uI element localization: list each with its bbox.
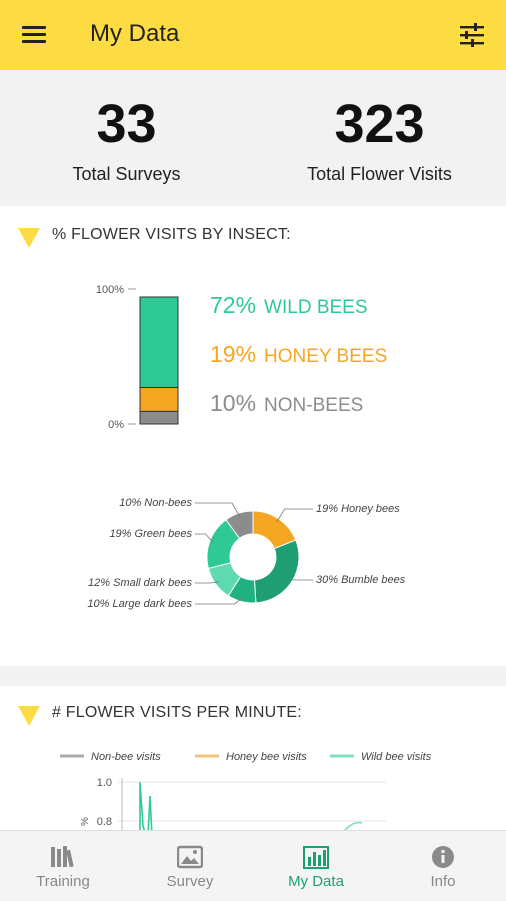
tab-my-data[interactable]: My Data	[253, 831, 379, 901]
donut-chart: 10% Non-bees 19% Honey bees 30% Bumble bee…	[0, 206, 506, 666]
total-flower-visits-stat: 323 Total Flower Visits	[253, 92, 506, 185]
y-axis-label-partial: %	[80, 817, 91, 826]
books-icon	[50, 845, 76, 869]
flower-visits-per-minute-card: # FLOWER VISITS PER MINUTE: Non-bee visi…	[0, 686, 506, 836]
info-icon	[430, 845, 456, 869]
summary-stats: 33 Total Surveys 323 Total Flower Visits	[0, 70, 506, 204]
donut-slice	[254, 540, 299, 603]
legend-label: Non-bee visits	[91, 751, 161, 763]
flower-visits-by-insect-card: % FLOWER VISITS BY INSECT: 100% 0% 72%WI…	[0, 206, 506, 666]
y-tick-label: 1.0	[97, 777, 112, 789]
donut-slice-label: 19% Honey bees	[316, 503, 400, 515]
donut-slice-label: 10% Non-bees	[119, 497, 192, 509]
tab-label: My Data	[253, 873, 379, 890]
hamburger-menu-icon[interactable]	[22, 24, 48, 46]
tab-info[interactable]: Info	[380, 831, 506, 901]
tune-sliders-icon[interactable]	[458, 22, 486, 48]
bottom-tab-bar: Training Survey My Data Info	[0, 830, 506, 900]
wild-bee-line	[140, 782, 152, 836]
tab-label: Survey	[127, 873, 253, 890]
image-icon	[177, 845, 203, 869]
total-surveys-label: Total Surveys	[0, 164, 253, 185]
donut-slice-label: 30% Bumble bees	[316, 574, 406, 586]
total-surveys-stat: 33 Total Surveys	[0, 92, 253, 185]
tab-label: Info	[380, 873, 506, 890]
y-tick-label: 0.8	[97, 816, 112, 828]
legend-label: Honey bee visits	[226, 751, 307, 763]
line-chart: Non-bee visits Honey bee visits Wild bee…	[0, 686, 506, 836]
tab-training[interactable]: Training	[0, 831, 126, 901]
donut-leader-line	[277, 509, 313, 522]
legend-label: Wild bee visits	[361, 751, 432, 763]
donut-slice-label: 19% Green bees	[109, 528, 192, 540]
app-bar: My Data	[0, 0, 506, 70]
bar-chart-icon	[303, 845, 329, 869]
tab-survey[interactable]: Survey	[127, 831, 253, 901]
total-flower-visits-label: Total Flower Visits	[253, 164, 506, 185]
page-title: My Data	[90, 20, 179, 48]
donut-slice-label: 10% Large dark bees	[87, 598, 192, 610]
total-surveys-value: 33	[0, 92, 253, 156]
donut-slice-label: 12% Small dark bees	[88, 577, 192, 589]
tab-label: Training	[0, 873, 126, 890]
total-flower-visits-value: 323	[253, 92, 506, 156]
